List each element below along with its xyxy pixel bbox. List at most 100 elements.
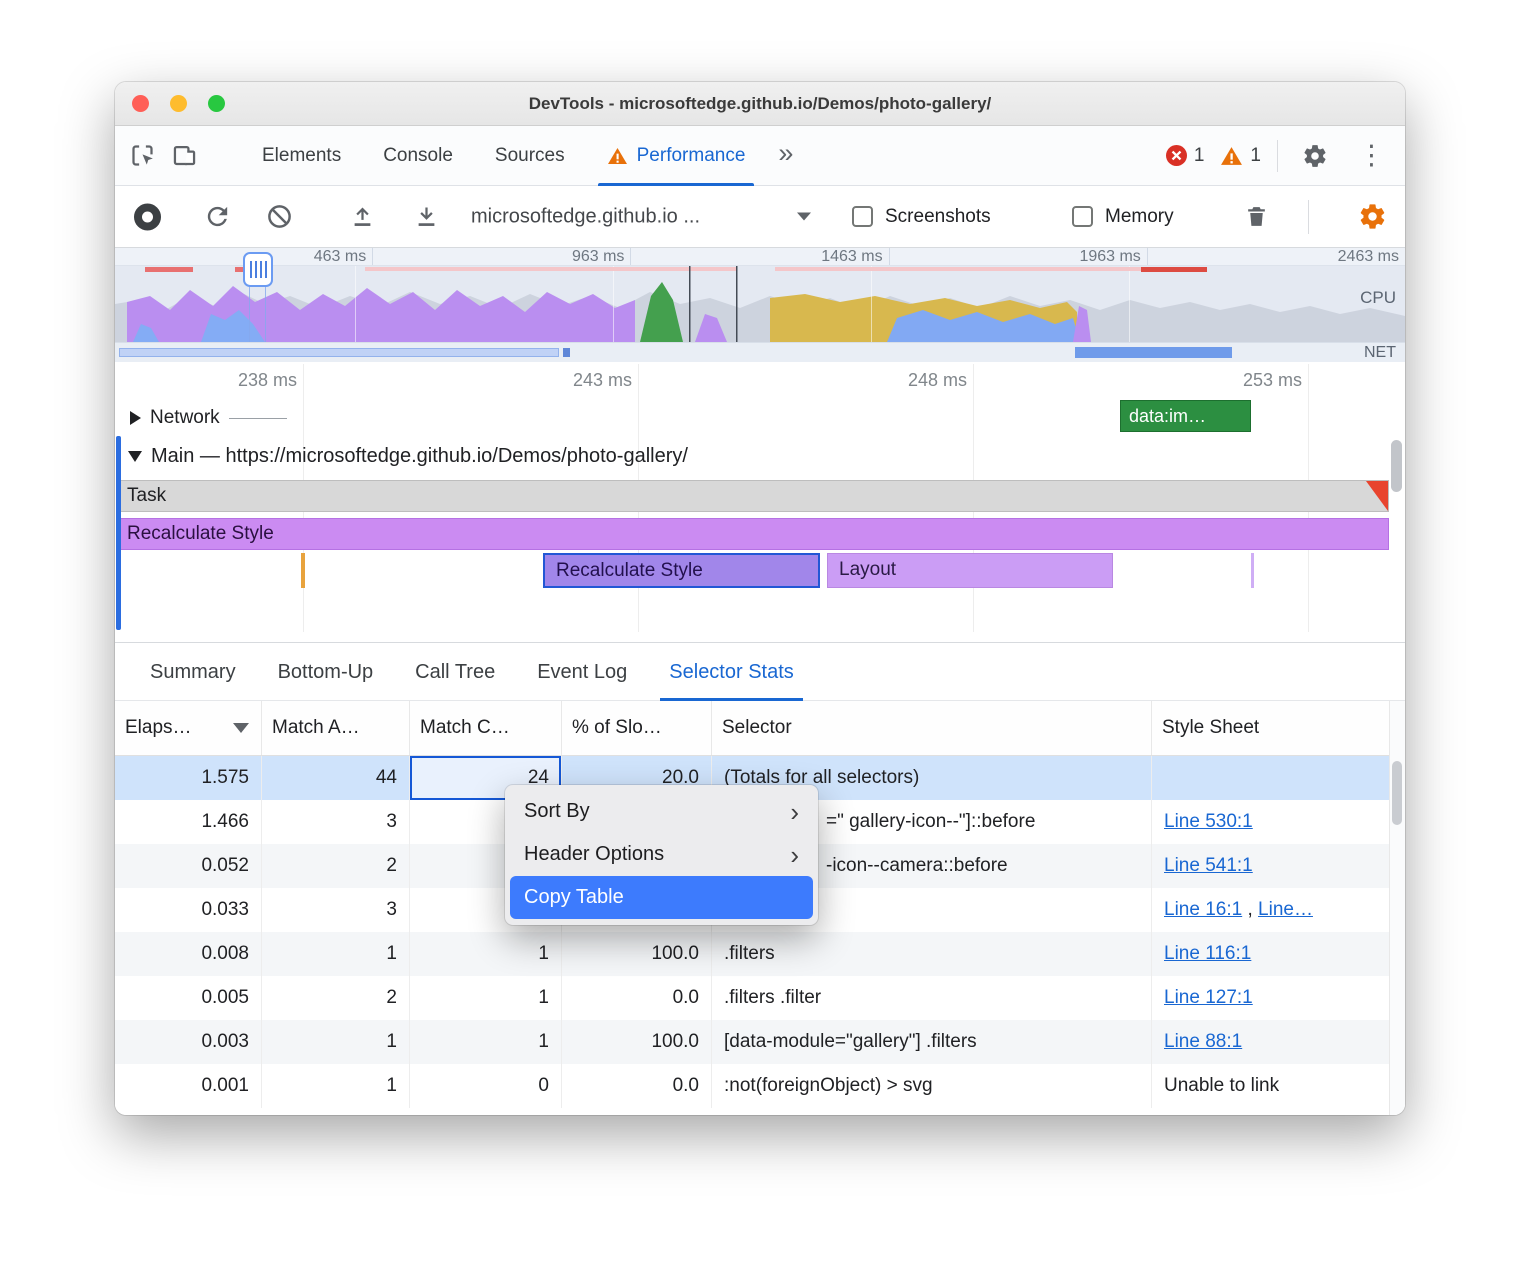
- titlebar[interactable]: DevTools - microsoftedge.github.io/Demos…: [115, 82, 1405, 126]
- network-track-header[interactable]: Network: [130, 402, 287, 434]
- memory-checkbox[interactable]: [1072, 206, 1093, 227]
- warning-badge[interactable]: 1: [1220, 145, 1261, 167]
- table-row[interactable]: 0.00311100.0[data-module="gallery"] .fil…: [115, 1020, 1405, 1064]
- submenu-arrow-icon: ›: [790, 799, 799, 825]
- table-scrollbar-thumb[interactable]: [1392, 761, 1402, 825]
- stylesheet-link[interactable]: Line 88:1: [1164, 1031, 1242, 1052]
- selector-cell: [data-module="gallery"] .filters: [712, 1020, 1152, 1064]
- match-attempts-cell: 1: [262, 1064, 410, 1108]
- overview-time-label: 2463 ms: [1148, 248, 1405, 265]
- main-track-label: Main — https://microsoftedge.github.io/D…: [151, 445, 688, 468]
- column-header-selector[interactable]: Selector: [712, 701, 1152, 755]
- match-count-cell: 1: [410, 932, 562, 976]
- overview-time-label: 1463 ms: [631, 248, 889, 265]
- screenshots-checkbox[interactable]: [852, 206, 873, 227]
- context-menu-item-copy-table[interactable]: Copy Table: [510, 876, 813, 919]
- minimize-button[interactable]: [170, 95, 187, 112]
- inspect-icon[interactable]: [121, 135, 163, 177]
- selector-cell: .filters: [712, 932, 1152, 976]
- reload-record-icon[interactable]: [196, 196, 238, 238]
- match-attempts-cell: 3: [262, 888, 410, 932]
- stylesheet-link[interactable]: Line…: [1258, 899, 1313, 920]
- elapsed-cell: 0.005: [115, 976, 262, 1020]
- network-track-label: Network: [150, 407, 220, 429]
- stylesheet-link[interactable]: Line 530:1: [1164, 811, 1253, 832]
- disclosure-expanded-icon[interactable]: [128, 451, 142, 462]
- match-attempts-cell: 44: [262, 756, 410, 800]
- style-sheet-cell: Line 16:1 , Line…: [1152, 888, 1389, 932]
- more-tabs-chevron[interactable]: »: [766, 138, 805, 169]
- recalculate-style-entry[interactable]: Recalculate Style: [117, 518, 1389, 550]
- column-header-of-slo[interactable]: % of Slo…: [562, 701, 712, 755]
- style-sheet-cell: Line 88:1: [1152, 1020, 1389, 1064]
- devtools-tabbar: ElementsConsoleSourcesPerformance » 1 1 …: [115, 126, 1405, 186]
- column-header-match-c[interactable]: Match C…: [410, 701, 562, 755]
- overview-drag-handle[interactable]: [243, 252, 273, 287]
- layout-entry[interactable]: Layout: [827, 553, 1113, 588]
- pct-slow-cell: 100.0: [562, 932, 712, 976]
- device-toolbar-icon[interactable]: [163, 135, 205, 177]
- tab-summary[interactable]: Summary: [129, 643, 257, 701]
- flame-chart[interactable]: Network data:im… Main — https://microsof…: [115, 362, 1405, 642]
- tab-call-tree[interactable]: Call Tree: [394, 643, 516, 701]
- close-button[interactable]: [132, 95, 149, 112]
- save-profile-icon[interactable]: [405, 196, 447, 238]
- pct-slow-cell: 0.0: [562, 976, 712, 1020]
- stylesheet-link[interactable]: Line 541:1: [1164, 855, 1253, 876]
- task-entry[interactable]: Task: [117, 480, 1389, 512]
- match-attempts-cell: 2: [262, 844, 410, 888]
- recalculate-style-selected-entry[interactable]: Recalculate Style: [543, 553, 820, 588]
- match-count-cell: 1: [410, 1020, 562, 1064]
- elapsed-cell: 1.466: [115, 800, 262, 844]
- ruler-label: 243 ms: [532, 370, 632, 391]
- stylesheet-link[interactable]: Line 116:1: [1164, 943, 1251, 964]
- ruler-label: 248 ms: [867, 370, 967, 391]
- column-header-match-a[interactable]: Match A…: [262, 701, 410, 755]
- tab-bottom-up[interactable]: Bottom-Up: [257, 643, 395, 701]
- zoom-button[interactable]: [208, 95, 225, 112]
- table-scrollbar-track[interactable]: [1389, 701, 1405, 1115]
- match-attempts-cell: 1: [262, 1020, 410, 1064]
- column-header-elaps[interactable]: Elaps…: [115, 701, 262, 755]
- tab-console[interactable]: Console: [362, 126, 474, 186]
- tab-event-log[interactable]: Event Log: [516, 643, 648, 701]
- tab-performance[interactable]: Performance: [586, 126, 767, 186]
- stylesheet-link[interactable]: Line 16:1: [1164, 899, 1242, 920]
- column-header-style-sheet[interactable]: Style Sheet: [1152, 701, 1389, 755]
- context-menu-item-header-options[interactable]: Header Options›: [510, 833, 813, 876]
- warning-icon: [607, 147, 628, 165]
- elapsed-cell: 0.001: [115, 1064, 262, 1108]
- context-menu-item-sort-by[interactable]: Sort By›: [510, 790, 813, 833]
- collect-garbage-icon[interactable]: [1235, 196, 1277, 238]
- style-sheet-cell: Line 530:1: [1152, 800, 1389, 844]
- warning-count: 1: [1250, 145, 1261, 167]
- profile-history-select[interactable]: microsoftedge.github.io ...: [471, 205, 811, 228]
- clear-icon[interactable]: [258, 196, 300, 238]
- overview-time-label: 1963 ms: [890, 248, 1148, 265]
- tab-selector-stats[interactable]: Selector Stats: [648, 643, 815, 701]
- network-segment: [119, 348, 559, 357]
- error-badge[interactable]: 1: [1166, 145, 1205, 167]
- tab-sources[interactable]: Sources: [474, 126, 586, 186]
- flame-entry-sliver: [301, 553, 305, 588]
- sort-descending-icon: [233, 723, 249, 733]
- main-track-header[interactable]: Main — https://microsoftedge.github.io/D…: [128, 434, 688, 478]
- tab-elements[interactable]: Elements: [241, 126, 362, 186]
- disclosure-collapsed-icon[interactable]: [130, 411, 141, 425]
- flame-entry-sliver: [1251, 553, 1254, 588]
- timeline-overview[interactable]: 463 ms963 ms1463 ms1963 ms2463 ms CPU: [115, 248, 1405, 362]
- table-row[interactable]: 0.005210.0.filters .filterLine 127:1: [115, 976, 1405, 1020]
- divider: [229, 418, 287, 419]
- more-options-icon[interactable]: ⋮: [1352, 140, 1391, 171]
- style-sheet-cell: Line 127:1: [1152, 976, 1389, 1020]
- record-icon[interactable]: [134, 203, 161, 230]
- timeline-scrollbar-thumb[interactable]: [1391, 440, 1402, 492]
- stylesheet-link[interactable]: Line 127:1: [1164, 987, 1253, 1008]
- settings-gear-icon[interactable]: [1294, 135, 1336, 177]
- load-profile-icon[interactable]: [341, 196, 383, 238]
- network-request-entry[interactable]: data:im…: [1120, 400, 1251, 432]
- capture-settings-gear-icon[interactable]: [1351, 196, 1393, 238]
- style-sheet-cell: Line 541:1: [1152, 844, 1389, 888]
- table-row[interactable]: 0.001100.0:not(foreignObject) > svgUnabl…: [115, 1064, 1405, 1108]
- table-row[interactable]: 0.00811100.0.filtersLine 116:1: [115, 932, 1405, 976]
